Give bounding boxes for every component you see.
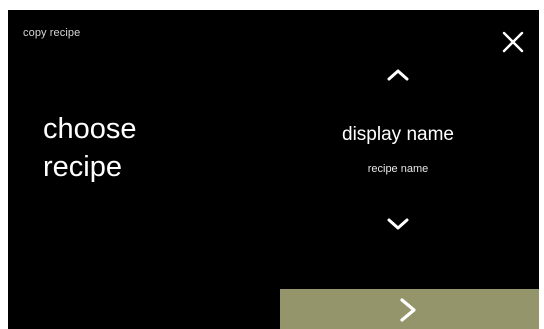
chevron-down-icon[interactable] [381,213,415,235]
display-name-label: display name [342,124,454,145]
prompt-line-1: choose [43,113,137,145]
close-icon[interactable] [500,29,526,55]
screen-title: copy recipe [23,27,81,39]
chevron-up-icon[interactable] [381,63,415,85]
choose-recipe-prompt: choose recipe [43,110,213,186]
next-button[interactable] [280,289,539,329]
copy-recipe-screen: copy recipe choose recipe display name r… [0,0,544,329]
recipe-name-value[interactable]: recipe name [304,163,492,175]
chevron-right-icon [397,295,421,325]
prompt-line-2: recipe [43,151,122,183]
